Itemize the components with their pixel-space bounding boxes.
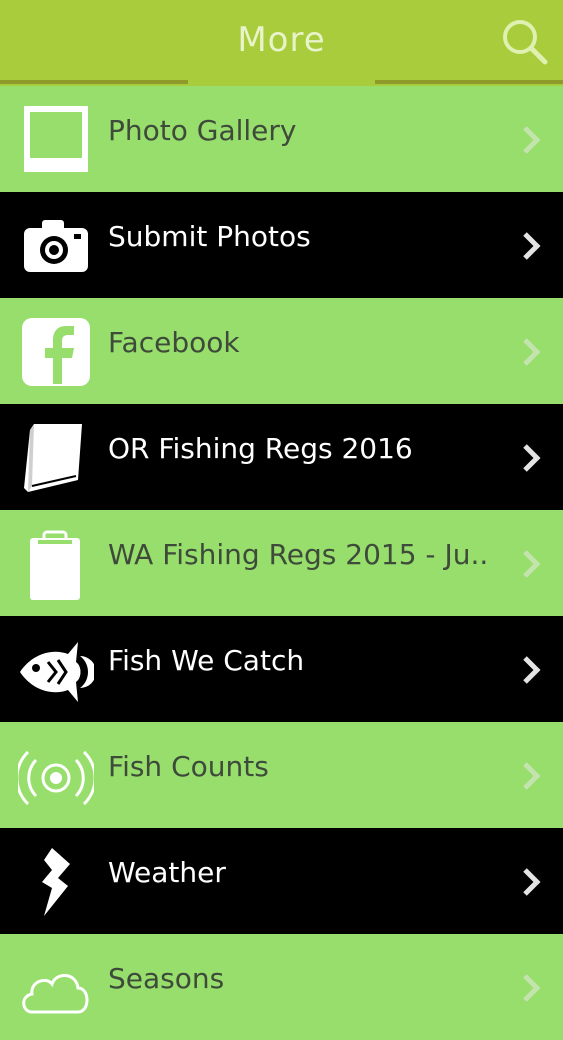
chevron-right-icon xyxy=(523,444,541,472)
signal-icon xyxy=(18,750,94,806)
menu-item-label: WA Fishing Regs 2015 - Ju... xyxy=(108,538,488,571)
photo-frame-icon xyxy=(24,106,88,172)
camera-icon xyxy=(24,220,88,272)
menu-item-fish-we-catch[interactable]: Fish We Catch xyxy=(0,616,563,722)
chevron-right-icon xyxy=(523,550,541,578)
chevron-right-icon xyxy=(523,126,541,154)
book-icon xyxy=(24,424,82,492)
menu-item-label: OR Fishing Regs 2016 xyxy=(108,432,413,465)
menu-item-label: Facebook xyxy=(108,326,240,359)
top-bar: More xyxy=(0,0,563,86)
menu-item-label: Photo Gallery xyxy=(108,114,297,147)
tab-underline-left xyxy=(0,80,188,84)
menu-item-label: Submit Photos xyxy=(108,220,311,253)
menu-item-or-fishing-regs[interactable]: OR Fishing Regs 2016 xyxy=(0,404,563,510)
menu-item-label: Fish We Catch xyxy=(108,644,305,677)
chevron-right-icon xyxy=(523,338,541,366)
facebook-icon xyxy=(22,318,90,386)
menu-item-label: Fish Counts xyxy=(108,750,269,783)
menu-item-label: Seasons xyxy=(108,962,225,995)
lightning-icon xyxy=(42,848,70,916)
menu-item-weather[interactable]: Weather xyxy=(0,828,563,934)
menu-item-label: Weather xyxy=(108,856,226,889)
clipboard-icon xyxy=(30,530,80,600)
menu-list: Photo Gallery Submit Photos Facebook OR … xyxy=(0,86,563,1040)
menu-item-photo-gallery[interactable]: Photo Gallery xyxy=(0,86,563,192)
chevron-right-icon xyxy=(523,762,541,790)
menu-item-wa-fishing-regs[interactable]: WA Fishing Regs 2015 - Ju... xyxy=(0,510,563,616)
chevron-right-icon xyxy=(523,868,541,896)
tab-underline-right xyxy=(375,80,563,84)
cloud-icon xyxy=(22,974,89,1014)
chevron-right-icon xyxy=(523,974,541,1002)
search-icon[interactable] xyxy=(499,16,551,68)
menu-item-submit-photos[interactable]: Submit Photos xyxy=(0,192,563,298)
fish-icon xyxy=(20,642,94,702)
chevron-right-icon xyxy=(523,232,541,260)
page-title: More xyxy=(237,20,326,60)
menu-item-facebook[interactable]: Facebook xyxy=(0,298,563,404)
menu-item-fish-counts[interactable]: Fish Counts xyxy=(0,722,563,828)
menu-item-seasons[interactable]: Seasons xyxy=(0,934,563,1040)
chevron-right-icon xyxy=(523,656,541,684)
